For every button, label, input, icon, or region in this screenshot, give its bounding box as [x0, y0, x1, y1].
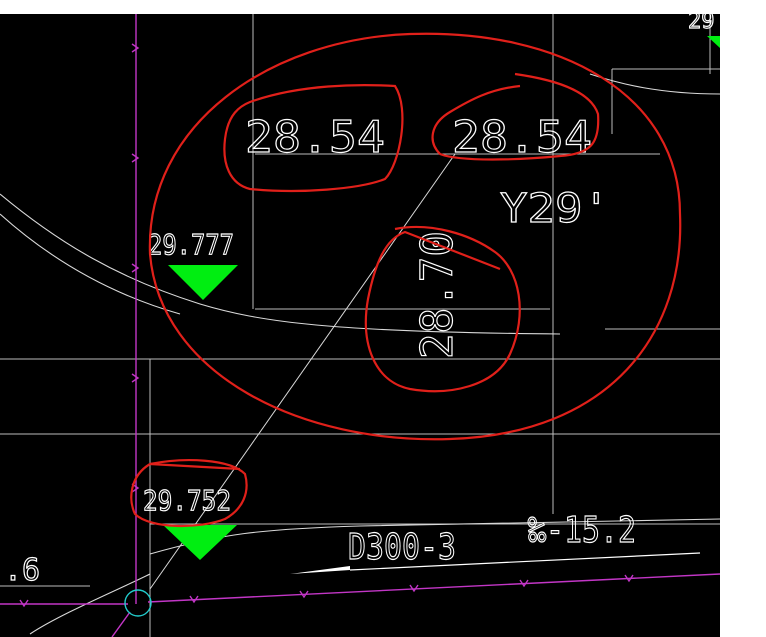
elevation-label-vertical[interactable]: 28.70	[411, 230, 463, 359]
elevation-label-top-left[interactable]: 28.54	[244, 111, 385, 163]
edge-label-left: .6	[4, 553, 40, 588]
cad-drawing-canvas[interactable]: 28.54 28.54 Y29' 28.70 29.777 29.752 D30…	[0, 14, 720, 637]
pipe-spec-label[interactable]: D300-3	[347, 526, 456, 568]
pipe-slope-label[interactable]: ‰-15.2	[527, 509, 636, 551]
structure-code-label[interactable]: Y29'	[499, 185, 610, 232]
cad-viewport[interactable]: 28.54 28.54 Y29' 28.70 29.777 29.752 D30…	[0, 0, 766, 637]
edge-label-top-right: 29	[688, 14, 715, 34]
elevation-label-lower-marker[interactable]: 29.752	[142, 483, 231, 517]
elevation-label-upper-marker[interactable]: 29.777	[147, 227, 234, 261]
